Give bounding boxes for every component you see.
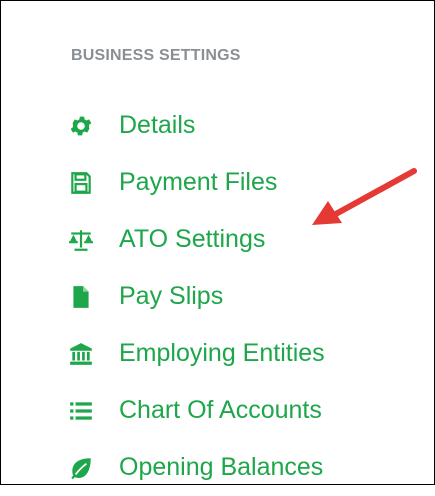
settings-panel: BUSINESS SETTINGS Details Payment Files (0, 0, 435, 485)
list-icon (67, 397, 95, 425)
floppy-disk-icon (67, 169, 95, 197)
menu-item-label: Pay Slips (119, 282, 224, 310)
menu-item-label: Chart Of Accounts (119, 396, 322, 424)
menu-item-label: Opening Balances (119, 453, 324, 481)
balance-scale-icon (67, 226, 95, 254)
business-settings-menu: Details Payment Files ATO Settings Pay S… (67, 97, 325, 496)
menu-item-label: Payment Files (119, 168, 278, 196)
menu-item-opening-balances[interactable]: Opening Balances (67, 439, 325, 496)
red-arrow-annotation (312, 168, 417, 225)
menu-item-employing-entities[interactable]: Employing Entities (67, 325, 325, 382)
menu-item-label: Employing Entities (119, 339, 325, 367)
section-title: BUSINESS SETTINGS (71, 47, 241, 64)
menu-item-label: Details (119, 111, 196, 139)
menu-item-payment-files[interactable]: Payment Files (67, 154, 325, 211)
menu-item-chart-of-accounts[interactable]: Chart Of Accounts (67, 382, 325, 439)
bank-building-icon (67, 340, 95, 368)
menu-item-label: ATO Settings (119, 225, 266, 253)
menu-item-details[interactable]: Details (67, 97, 325, 154)
menu-item-ato-settings[interactable]: ATO Settings (67, 211, 325, 268)
gear-icon (67, 112, 95, 140)
file-icon (67, 283, 95, 311)
leaf-icon (67, 454, 95, 482)
menu-item-pay-slips[interactable]: Pay Slips (67, 268, 325, 325)
